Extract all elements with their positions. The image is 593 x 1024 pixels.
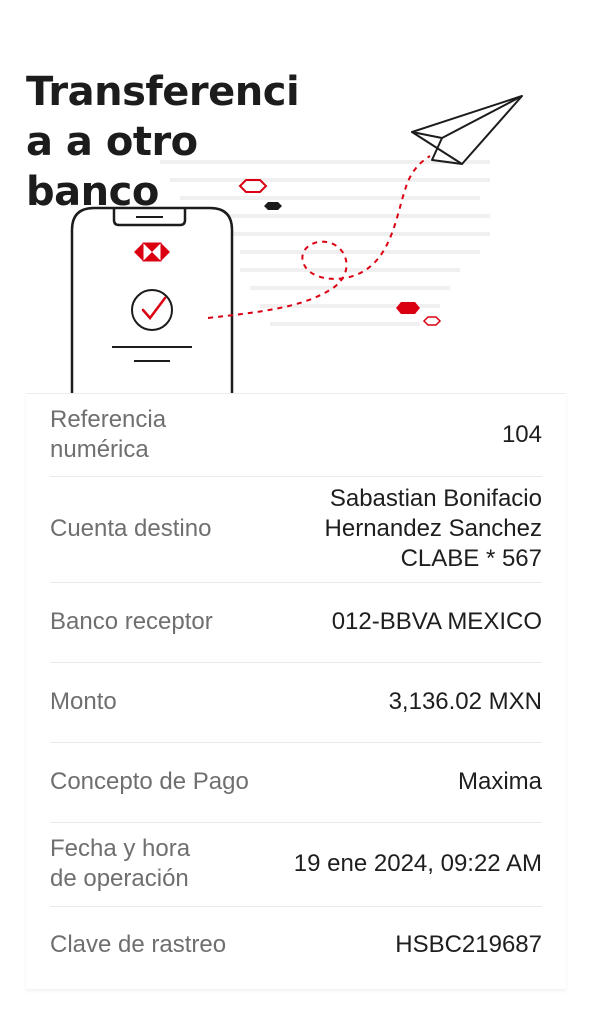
monto-label: Monto bbox=[50, 688, 117, 715]
referencia-label-line-2: numérica bbox=[50, 436, 149, 463]
clave-rastreo-label: Clave de rastreo bbox=[50, 931, 227, 958]
row-banco-receptor: Banco receptor 012-BBVA MEXICO bbox=[50, 582, 542, 663]
fecha-hora-value: 19 ene 2024, 09:22 AM bbox=[293, 850, 542, 877]
transfer-details-card: Referencia numérica 104 Cuenta destino S… bbox=[26, 393, 566, 989]
concepto-pago-label: Concepto de Pago bbox=[50, 768, 249, 795]
monto-value: 3,136.02 MXN bbox=[388, 688, 542, 715]
row-clave-rastreo: Clave de rastreo HSBC219687 bbox=[50, 906, 542, 984]
cuenta-destino-line-3: CLABE * 567 bbox=[400, 545, 542, 572]
banco-receptor-label: Banco receptor bbox=[50, 608, 213, 635]
phone-icon bbox=[70, 206, 234, 396]
row-fecha-hora: Fecha y hora de operación 19 ene 2024, 0… bbox=[50, 822, 542, 907]
page-title: Transferenci a a otro banco bbox=[26, 67, 316, 217]
cuenta-destino-line-2: Hernandez Sanchez bbox=[324, 515, 542, 542]
paper-plane-icon bbox=[411, 95, 523, 165]
cuenta-destino-line-1: Sabastian Bonifacio bbox=[329, 485, 542, 512]
referencia-value: 104 bbox=[501, 421, 542, 448]
fecha-hora-label-line-1: Fecha y hora bbox=[50, 835, 191, 862]
clave-rastreo-value: HSBC219687 bbox=[395, 931, 542, 958]
row-concepto-pago: Concepto de Pago Maxima bbox=[50, 742, 542, 823]
hexagon-small-outline-icon bbox=[422, 316, 442, 326]
title-line-1: Transferenci bbox=[26, 68, 300, 115]
title-line-3: banco bbox=[26, 168, 159, 215]
cuenta-destino-value: Sabastian Bonifacio Hernandez Sanchez CL… bbox=[325, 484, 542, 574]
row-monto: Monto 3,136.02 MXN bbox=[50, 662, 542, 743]
banco-receptor-value: 012-BBVA MEXICO bbox=[331, 608, 542, 635]
cuenta-destino-label: Cuenta destino bbox=[50, 515, 212, 542]
hexagon-filled-icon bbox=[396, 302, 420, 314]
row-referencia: Referencia numérica 104 bbox=[50, 394, 542, 477]
fecha-hora-label: Fecha y hora de operación bbox=[50, 834, 190, 894]
title-line-2: a a otro bbox=[26, 118, 198, 165]
referencia-label-line-1: Referencia bbox=[50, 406, 167, 433]
fecha-hora-label-line-2: de operación bbox=[50, 865, 189, 892]
row-cuenta-destino: Cuenta destino Sabastian Bonifacio Herna… bbox=[50, 476, 542, 583]
concepto-pago-value: Maxima bbox=[457, 768, 542, 795]
referencia-label: Referencia numérica bbox=[50, 405, 166, 465]
